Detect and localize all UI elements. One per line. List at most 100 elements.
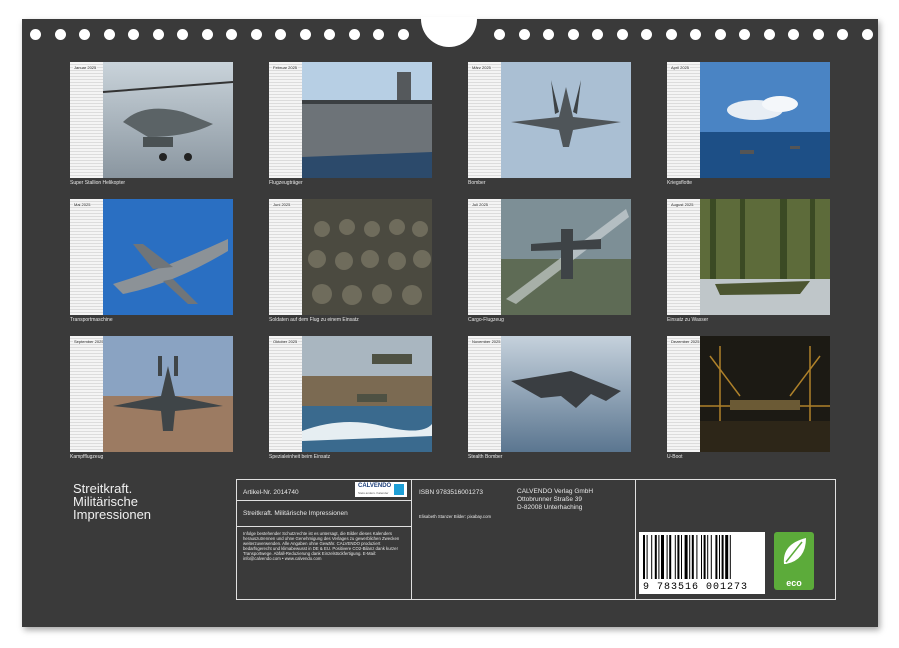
barcode-bar bbox=[651, 535, 653, 579]
binding-hole bbox=[30, 29, 41, 40]
hanger-cutout bbox=[421, 17, 477, 47]
barcode-bar bbox=[715, 535, 718, 579]
month-photo-bomber bbox=[501, 62, 631, 178]
binding-hole bbox=[250, 29, 262, 40]
month-caption: Spezialeinheit beim Einsatz bbox=[269, 454, 331, 460]
month-name: August 2025 bbox=[670, 202, 695, 207]
barcode-bar bbox=[684, 535, 688, 579]
barcode-bar bbox=[707, 535, 709, 579]
month-photo-helicopter bbox=[103, 62, 233, 178]
barcode-bar bbox=[689, 535, 691, 579]
date-strip bbox=[667, 199, 701, 315]
binding-hole bbox=[543, 29, 554, 40]
month-caption: Transportmaschine bbox=[70, 317, 113, 323]
binding-hole bbox=[152, 29, 164, 40]
month-page: Mai 2025 bbox=[70, 199, 233, 315]
barcode-bar bbox=[658, 535, 660, 579]
binding-hole bbox=[788, 29, 799, 40]
date-strip bbox=[468, 62, 502, 178]
barcode-bar bbox=[696, 535, 698, 579]
barcode-bar bbox=[677, 535, 680, 579]
month-photo-stealth-bomber bbox=[501, 336, 631, 452]
month-name: Januar 2025 bbox=[73, 65, 98, 70]
barcode-bar bbox=[710, 535, 712, 579]
binding-hole bbox=[861, 29, 873, 40]
month-caption: Cargo-Flugzeug bbox=[468, 317, 504, 323]
month-name: Juli 2025 bbox=[471, 202, 490, 207]
month-page: Dezember 2025 bbox=[667, 336, 830, 452]
month-page: April 2025 bbox=[667, 62, 830, 178]
leaf-icon bbox=[783, 538, 806, 564]
month-name: September 2025 bbox=[73, 339, 105, 344]
binding-hole bbox=[616, 29, 628, 40]
divider bbox=[411, 480, 412, 599]
binding-hole bbox=[299, 29, 311, 40]
eco-badge: eco bbox=[774, 532, 814, 590]
binding-hole bbox=[739, 29, 750, 40]
month-name: Februar 2025 bbox=[272, 65, 299, 70]
binding-hole bbox=[567, 29, 579, 40]
date-strip bbox=[468, 336, 502, 452]
month-caption: Bomber bbox=[468, 180, 486, 186]
calendar-back-cover: Januar 2025 Super Stallion Helikopter Fe… bbox=[22, 17, 878, 627]
month-photo-cargo bbox=[501, 199, 631, 315]
month-caption: Einsatz zu Wasser bbox=[667, 317, 709, 323]
month-page: Januar 2025 bbox=[70, 62, 233, 178]
barcode-bar bbox=[691, 535, 694, 579]
barcode-bar bbox=[643, 535, 645, 579]
month-page: Juni 2025 bbox=[269, 199, 432, 315]
date-strip bbox=[70, 336, 104, 452]
month-caption: Soldaten auf dem Flug zu einem Einsatz bbox=[269, 317, 359, 323]
barcode-bar bbox=[661, 535, 664, 579]
binding-hole bbox=[690, 29, 701, 40]
title-line-3: Impressionen bbox=[73, 507, 152, 522]
barcode-bar bbox=[729, 535, 731, 579]
binding-hole bbox=[226, 29, 237, 40]
binding-hole bbox=[128, 29, 139, 40]
barcode-bar bbox=[674, 535, 676, 579]
calvendo-mark-icon bbox=[394, 484, 404, 495]
month-page: August 2025 bbox=[667, 199, 830, 315]
date-strip bbox=[269, 336, 303, 452]
month-name: Dezember 2025 bbox=[670, 339, 701, 344]
month-page: September 2025 bbox=[70, 336, 233, 452]
product-info-box: Artikel-Nr. 2014740 CALVENDO Stets ander… bbox=[236, 479, 836, 600]
barcode-bar bbox=[666, 535, 668, 579]
date-strip bbox=[70, 62, 104, 178]
month-name: April 2025 bbox=[670, 65, 691, 70]
binding-hole bbox=[494, 29, 505, 40]
binding-hole bbox=[714, 29, 726, 40]
calvendo-logo: CALVENDO Stets anders. Kalender bbox=[355, 482, 407, 497]
month-photo-fighter bbox=[103, 336, 233, 452]
binding-hole bbox=[837, 29, 848, 40]
barcode-bar bbox=[681, 535, 682, 579]
month-photo-soldiers bbox=[302, 199, 432, 315]
binding-hole bbox=[54, 29, 66, 40]
binding-hole bbox=[812, 29, 824, 40]
barcode-bar bbox=[725, 535, 729, 579]
binding-hole bbox=[275, 29, 286, 40]
binding-hole bbox=[177, 29, 188, 40]
binding-hole bbox=[763, 29, 775, 40]
isbn: ISBN 9783516001273 bbox=[419, 489, 483, 496]
date-strip bbox=[70, 199, 104, 315]
binding-hole bbox=[641, 29, 652, 40]
month-photo-boat bbox=[700, 199, 830, 315]
month-page: Oktober 2025 bbox=[269, 336, 432, 452]
month-name: Juni 2025 bbox=[272, 202, 292, 207]
legal-notice: Infolge bestehender Schutzrechte ist es … bbox=[243, 531, 400, 561]
barcode-bar bbox=[654, 535, 657, 579]
barcode-bar bbox=[701, 535, 702, 579]
barcode-bar bbox=[703, 535, 706, 579]
month-name: März 2025 bbox=[471, 65, 492, 70]
binding-hole bbox=[201, 29, 213, 40]
product-subtitle: Streitkraft. Militärische Impressionen bbox=[243, 510, 348, 517]
publisher-street: Ottobrunner Straße 39 bbox=[517, 496, 583, 503]
eco-label: eco bbox=[786, 578, 802, 588]
barcode-number: 9 783516 001273 bbox=[643, 582, 749, 593]
month-page: März 2025 bbox=[468, 62, 631, 178]
binding-holes bbox=[22, 17, 878, 53]
divider bbox=[237, 500, 411, 501]
date-strip bbox=[667, 62, 701, 178]
publisher-city: D-82008 Unterhaching bbox=[517, 504, 583, 511]
